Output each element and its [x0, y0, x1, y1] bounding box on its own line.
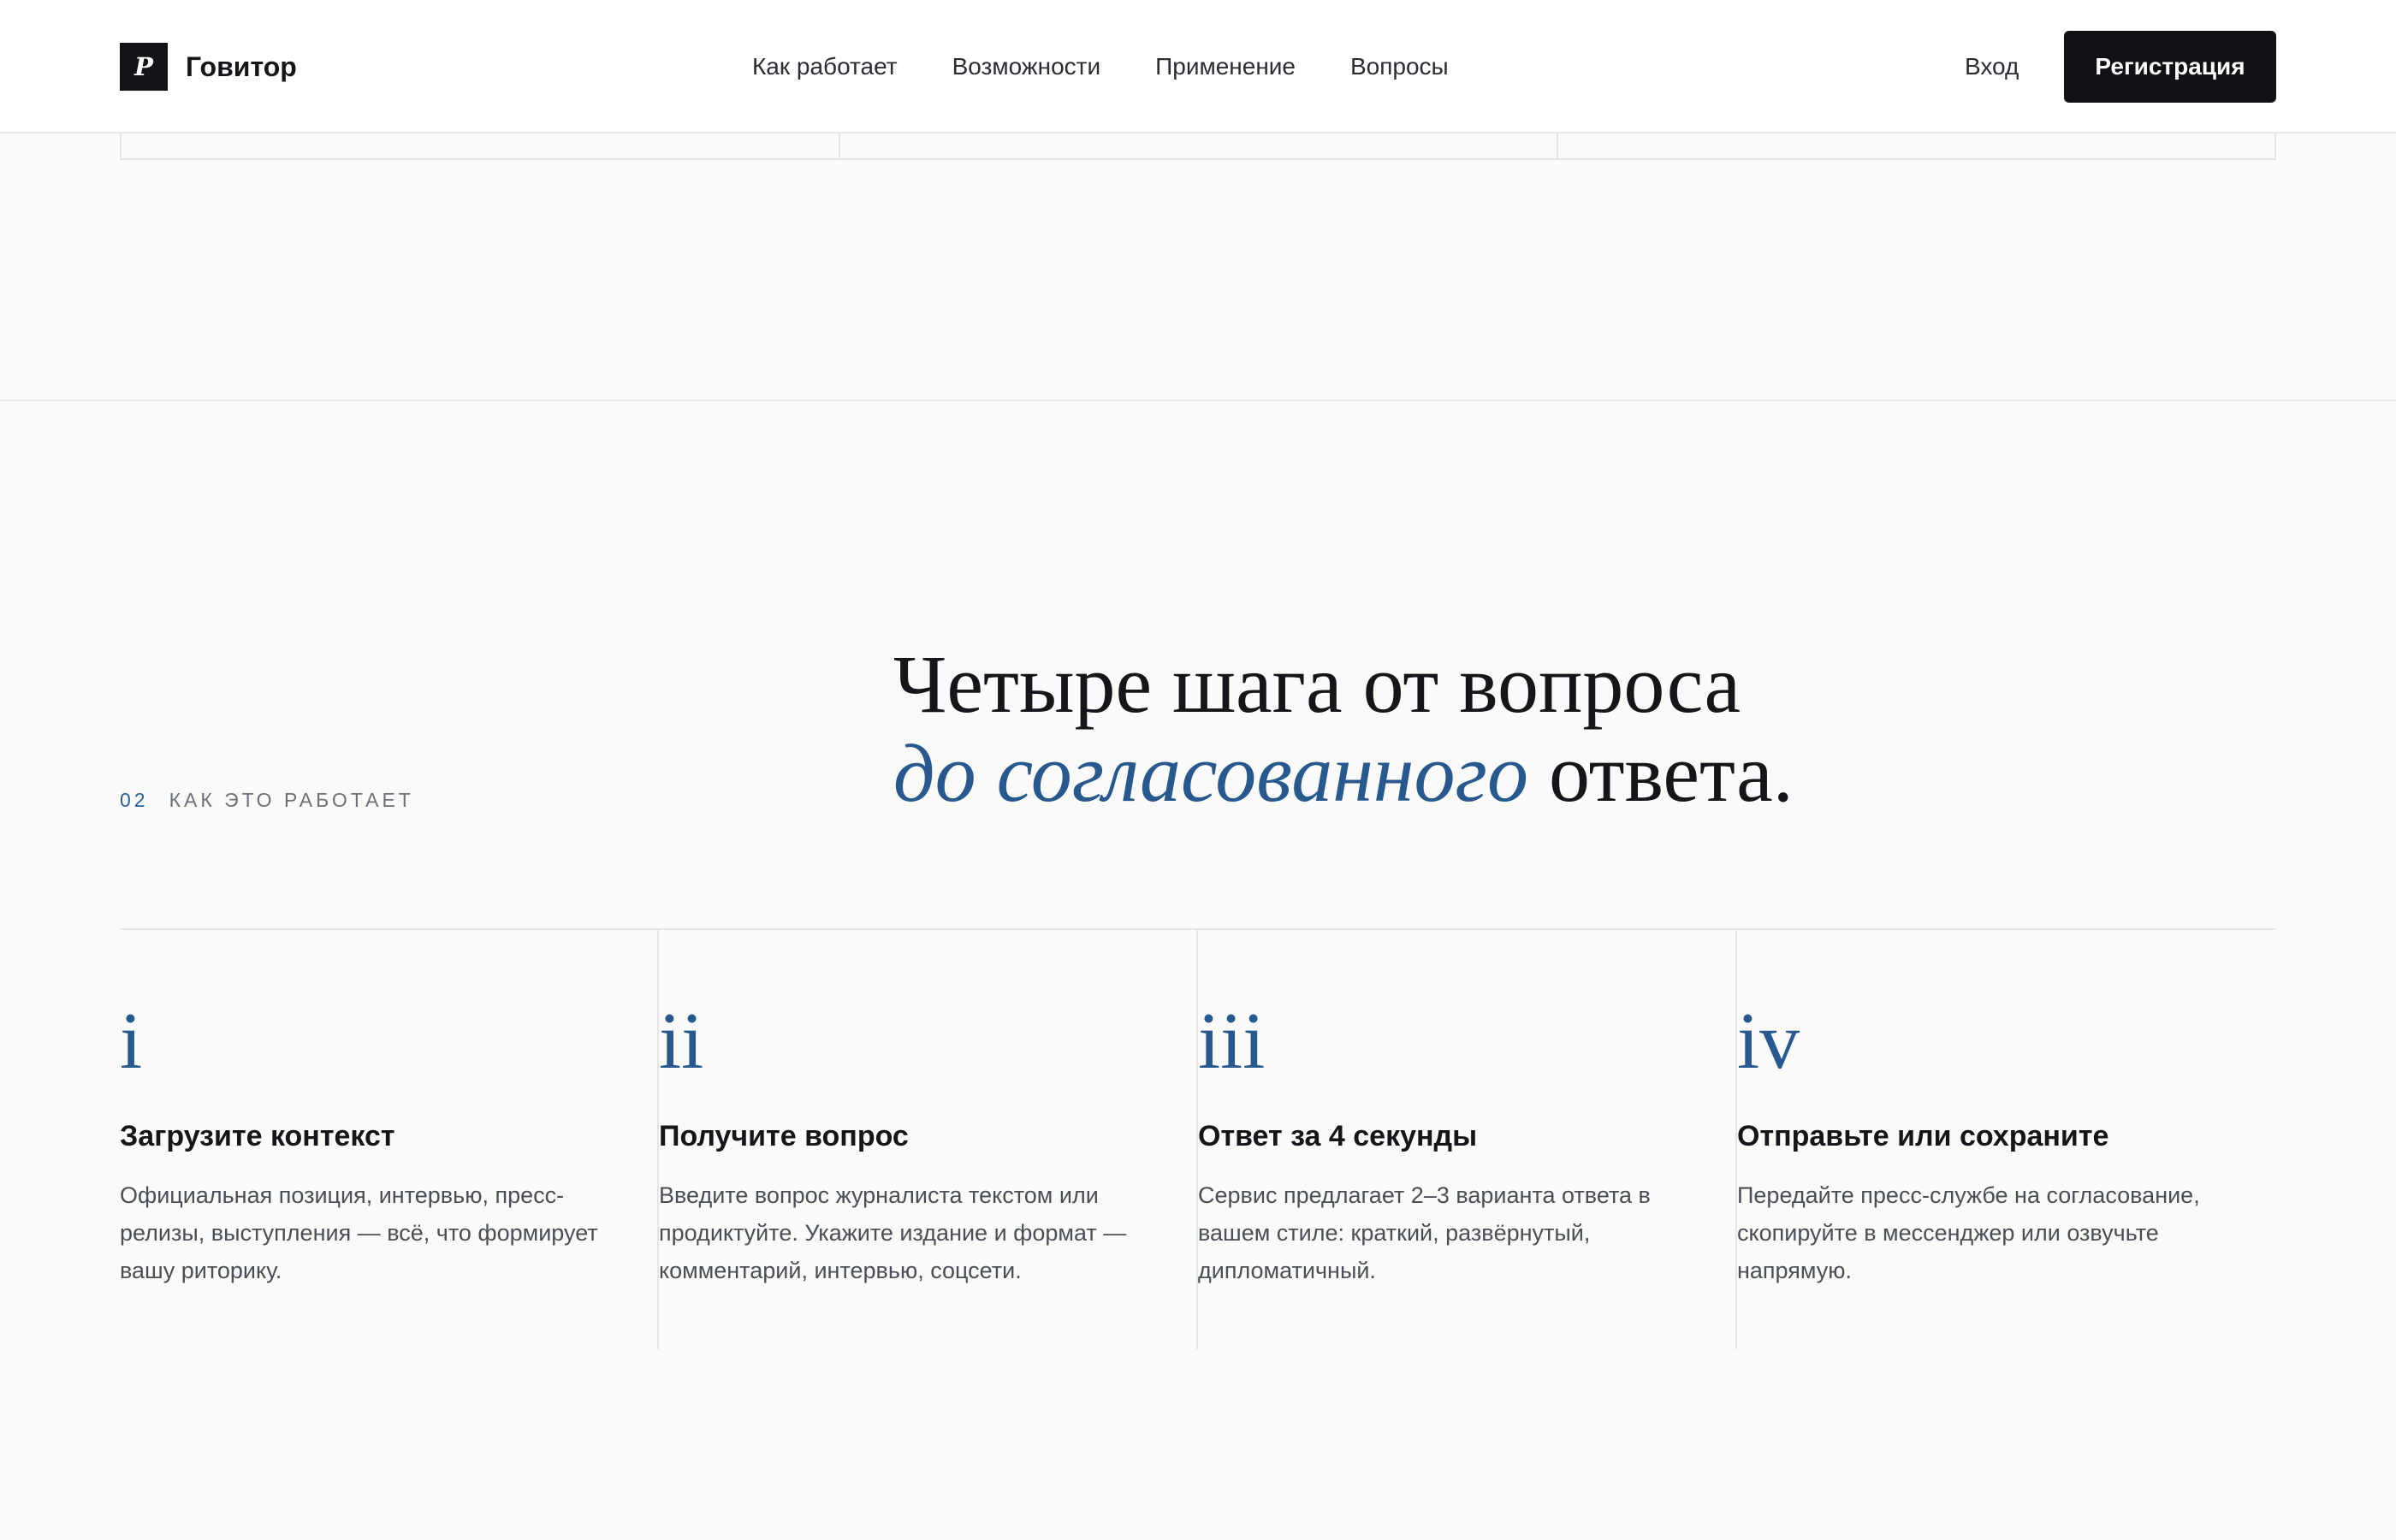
section-eyebrow: 02 Как это работает: [120, 789, 414, 812]
step-numeral: i: [120, 997, 143, 1086]
brand-name: Говитор: [186, 50, 297, 82]
headline-end: ответа.: [1527, 727, 1794, 819]
step-title: Ответ за 4 секунды: [1198, 1120, 1478, 1152]
step-description: Введите вопрос журналиста текстом или пр…: [659, 1182, 1127, 1283]
headline-accent: до согласованного: [893, 727, 1528, 819]
grid-divider: [1557, 133, 1558, 158]
step-description: Официальная позиция, интервью, пресс-рел…: [120, 1182, 598, 1283]
section-label: Как это работает: [169, 789, 414, 811]
register-button[interactable]: Регистрация: [2064, 31, 2276, 103]
step-numeral: iv: [1737, 997, 1800, 1086]
step-description: Передайте пресс-службе на согласование, …: [1737, 1182, 2200, 1283]
section-headline: Четыре шага от вопроса до согласованного…: [893, 640, 2091, 818]
step-numeral: iii: [1198, 997, 1266, 1086]
brand[interactable]: P Говитор: [120, 43, 297, 91]
login-link[interactable]: Вход: [1965, 48, 2019, 86]
headline-line-1: Четыре шага от вопроса: [893, 638, 1741, 730]
step-title: Отправьте или сохраните: [1737, 1120, 2109, 1152]
step-card-4: iv Отправьте или сохраните Передайте пре…: [1735, 930, 2274, 1349]
nav-link-features[interactable]: Возможности: [952, 53, 1101, 80]
main-nav: Как работает Возможности Применение Вопр…: [752, 48, 1449, 86]
brand-logo-icon: P: [120, 43, 168, 91]
step-card-1: i Загрузите контекст Официальная позиция…: [120, 930, 659, 1349]
section-divider: [0, 400, 2396, 401]
site-header: P Говитор Как работает Возможности Приме…: [0, 0, 2396, 133]
step-title: Получите вопрос: [659, 1120, 909, 1152]
previous-section-grid: [120, 133, 2276, 160]
nav-link-use-cases[interactable]: Применение: [1155, 53, 1296, 80]
nav-link-faq[interactable]: Вопросы: [1350, 53, 1449, 80]
step-card-3: iii Ответ за 4 секунды Сервис предлагает…: [1196, 930, 1735, 1349]
nav-link-how-it-works[interactable]: Как работает: [752, 53, 898, 80]
step-title: Загрузите контекст: [120, 1120, 395, 1152]
step-numeral: ii: [659, 997, 704, 1086]
section-number: 02: [120, 789, 149, 811]
step-description: Сервис предлагает 2–3 варианта ответа в …: [1198, 1182, 1651, 1283]
grid-divider: [839, 133, 840, 158]
step-card-2: ii Получите вопрос Введите вопрос журнал…: [657, 930, 1196, 1349]
